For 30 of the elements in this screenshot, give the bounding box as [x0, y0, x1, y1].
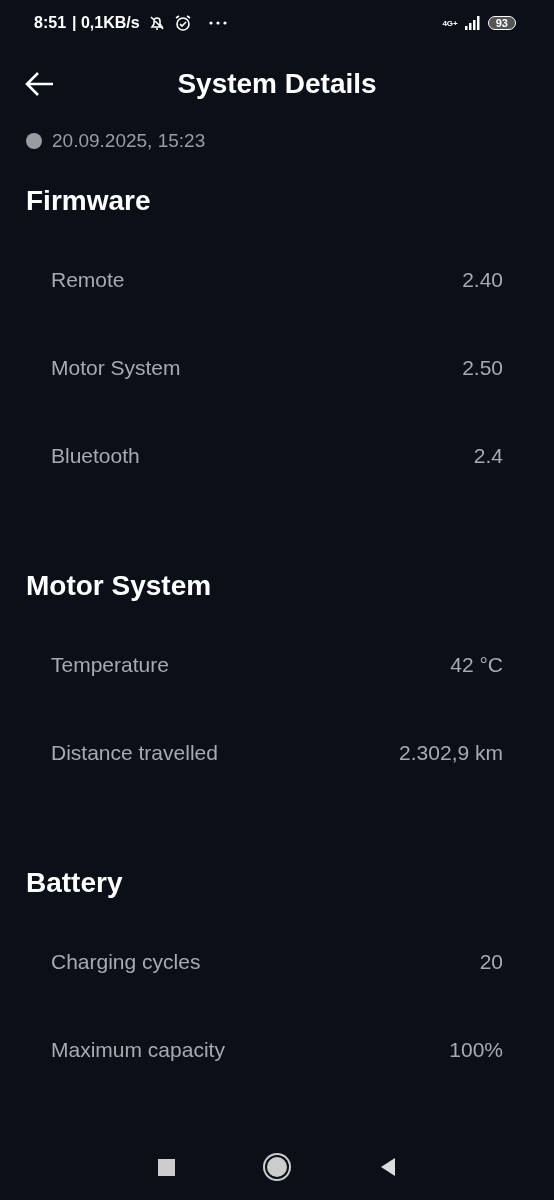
row-label: Bluetooth — [51, 444, 140, 468]
page-title: System Details — [177, 68, 377, 100]
back-arrow-icon[interactable] — [25, 71, 55, 97]
row-value: 42 °C — [450, 653, 503, 677]
row-label: Temperature — [51, 653, 169, 677]
network-speed: | 0,1KB/s — [72, 14, 140, 32]
row-value: 100% — [449, 1038, 503, 1062]
clock-time: 8:51 — [34, 14, 67, 32]
row-label: Distance travelled — [51, 741, 218, 765]
more-icon — [207, 20, 228, 26]
row-value: 2.50 — [462, 356, 503, 380]
section-heading: Firmware — [26, 184, 152, 218]
row-value: 2.4 — [473, 444, 503, 468]
alarm-clock-icon — [173, 14, 192, 32]
signal-icon — [463, 16, 482, 30]
recents-button[interactable] — [157, 1158, 175, 1176]
section-heading: Battery — [26, 866, 124, 900]
row-value: 2.302,9 km — [399, 741, 503, 765]
row-label: Charging cycles — [51, 950, 201, 974]
row-label: Motor System — [51, 356, 181, 380]
row-value: 2.40 — [462, 268, 503, 292]
row-label: Maximum capacity — [51, 1038, 225, 1062]
home-button[interactable] — [266, 1157, 287, 1177]
battery-level: 93 — [487, 16, 516, 30]
row-value: 20 — [479, 950, 503, 974]
section-heading: Motor System — [26, 569, 213, 603]
muted-bell-icon — [147, 14, 166, 32]
row-label: Remote — [51, 268, 125, 292]
last-connection-text: 20.09.2025, 15:23 — [52, 130, 206, 152]
network-type: 4G+ — [442, 18, 458, 28]
